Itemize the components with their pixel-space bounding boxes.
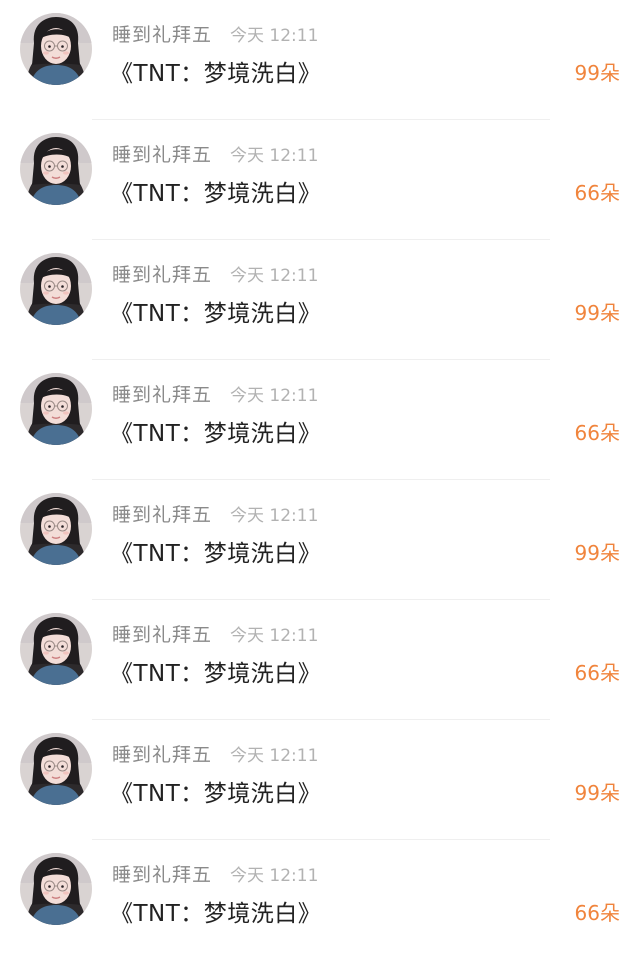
message-text: 《TNT：梦境洗白》	[110, 61, 322, 87]
list-item[interactable]: 睡到礼拜五 今天 12:11 《TNT：梦境洗白》 99朵	[0, 480, 640, 600]
avatar[interactable]	[20, 13, 92, 85]
avatar[interactable]	[20, 133, 92, 205]
username[interactable]: 睡到礼拜五	[112, 620, 212, 647]
item-meta: 睡到礼拜五 今天 12:11	[112, 740, 318, 766]
list-item[interactable]: 睡到礼拜五 今天 12:11 《TNT：梦境洗白》 66朵	[0, 840, 640, 960]
item-meta: 睡到礼拜五 今天 12:11	[112, 860, 318, 886]
timestamp: 今天 12:11	[230, 745, 319, 766]
gift-count: 66朵	[574, 181, 620, 205]
item-meta: 睡到礼拜五 今天 12:11	[112, 620, 318, 646]
item-meta: 睡到礼拜五 今天 12:11	[112, 20, 318, 46]
timestamp: 今天 12:11	[230, 25, 319, 46]
item-meta: 睡到礼拜五 今天 12:11	[112, 140, 318, 166]
message-text: 《TNT：梦境洗白》	[110, 541, 322, 567]
list-item[interactable]: 睡到礼拜五 今天 12:11 《TNT：梦境洗白》 99朵	[0, 240, 640, 360]
avatar[interactable]	[20, 493, 92, 565]
message-text: 《TNT：梦境洗白》	[110, 301, 322, 327]
message-text: 《TNT：梦境洗白》	[110, 181, 322, 207]
avatar[interactable]	[20, 253, 92, 325]
item-meta: 睡到礼拜五 今天 12:11	[112, 380, 318, 406]
message-text: 《TNT：梦境洗白》	[110, 901, 322, 927]
gift-count: 99朵	[574, 781, 620, 805]
list-item[interactable]: 睡到礼拜五 今天 12:11 《TNT：梦境洗白》 66朵	[0, 360, 640, 480]
username[interactable]: 睡到礼拜五	[112, 140, 212, 167]
gift-count: 66朵	[574, 421, 620, 445]
gift-count: 66朵	[574, 661, 620, 685]
timestamp: 今天 12:11	[230, 625, 319, 646]
timestamp: 今天 12:11	[230, 145, 319, 166]
username[interactable]: 睡到礼拜五	[112, 260, 212, 287]
gift-list: 睡到礼拜五 今天 12:11 《TNT：梦境洗白》 99朵 睡到礼拜五 今天 1…	[0, 0, 640, 944]
list-item[interactable]: 睡到礼拜五 今天 12:11 《TNT：梦境洗白》 66朵	[0, 120, 640, 240]
item-meta: 睡到礼拜五 今天 12:11	[112, 500, 318, 526]
avatar[interactable]	[20, 613, 92, 685]
timestamp: 今天 12:11	[230, 385, 319, 406]
gift-count: 99朵	[574, 541, 620, 565]
username[interactable]: 睡到礼拜五	[112, 500, 212, 527]
list-item[interactable]: 睡到礼拜五 今天 12:11 《TNT：梦境洗白》 99朵	[0, 720, 640, 840]
avatar[interactable]	[20, 373, 92, 445]
message-text: 《TNT：梦境洗白》	[110, 781, 322, 807]
list-item[interactable]: 睡到礼拜五 今天 12:11 《TNT：梦境洗白》 66朵	[0, 600, 640, 720]
timestamp: 今天 12:11	[230, 865, 319, 886]
username[interactable]: 睡到礼拜五	[112, 740, 212, 767]
timestamp: 今天 12:11	[230, 265, 319, 286]
timestamp: 今天 12:11	[230, 505, 319, 526]
message-text: 《TNT：梦境洗白》	[110, 421, 322, 447]
gift-count: 99朵	[574, 61, 620, 85]
gift-count: 99朵	[574, 301, 620, 325]
username[interactable]: 睡到礼拜五	[112, 380, 212, 407]
message-text: 《TNT：梦境洗白》	[110, 661, 322, 687]
list-item[interactable]: 睡到礼拜五 今天 12:11 《TNT：梦境洗白》 99朵	[0, 0, 640, 120]
item-meta: 睡到礼拜五 今天 12:11	[112, 260, 318, 286]
gift-count: 66朵	[574, 901, 620, 925]
avatar[interactable]	[20, 853, 92, 925]
username[interactable]: 睡到礼拜五	[112, 20, 212, 47]
username[interactable]: 睡到礼拜五	[112, 860, 212, 887]
avatar[interactable]	[20, 733, 92, 805]
